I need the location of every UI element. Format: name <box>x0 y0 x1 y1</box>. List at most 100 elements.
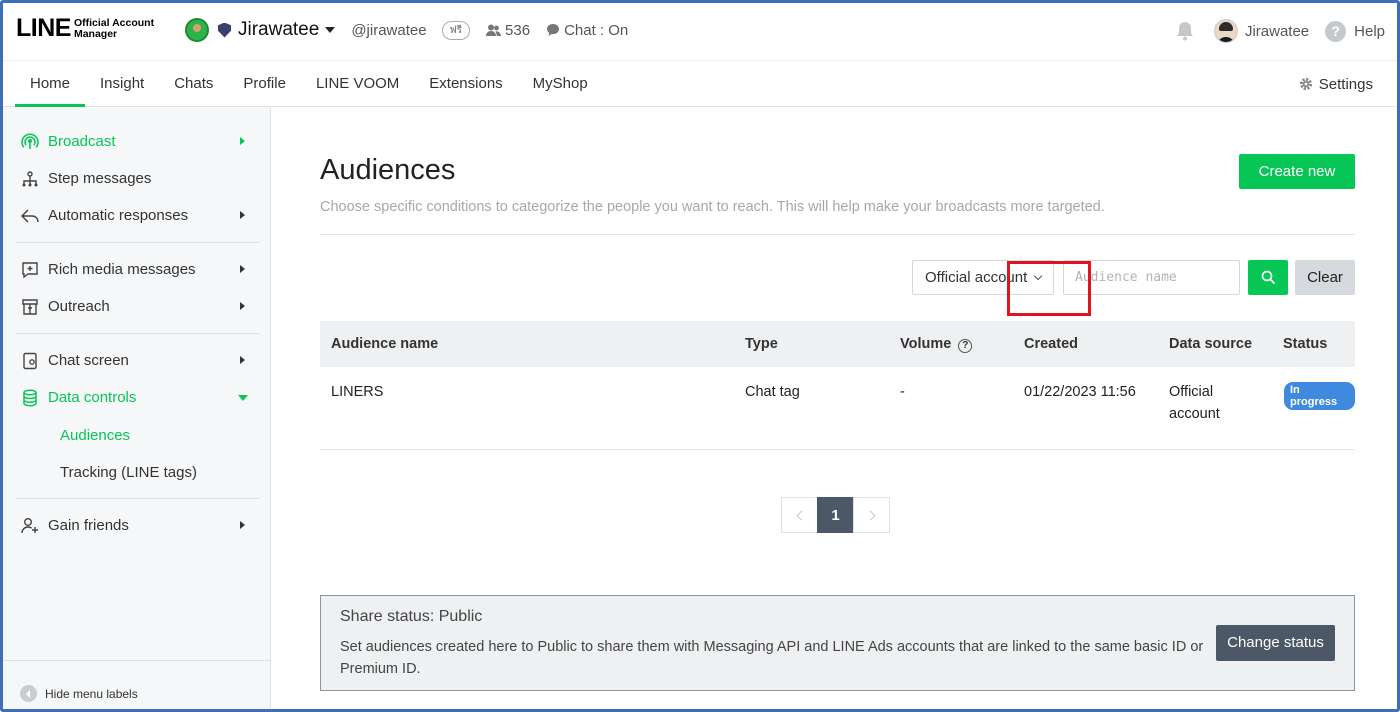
sidebar-item-step-messages[interactable]: Step messages <box>3 160 271 197</box>
search-button[interactable] <box>1248 260 1288 295</box>
tab-extensions[interactable]: Extensions <box>414 61 517 107</box>
bell-icon[interactable] <box>1174 20 1196 42</box>
page-title: Audiences <box>320 154 456 186</box>
chat-status-text: Chat : On <box>564 21 629 39</box>
chevron-right-icon <box>240 302 245 310</box>
search-icon <box>1261 270 1275 285</box>
outreach-icon <box>20 297 40 317</box>
cell-volume: - <box>900 384 905 400</box>
caret-down-icon[interactable] <box>325 27 336 33</box>
friends-count: 536 <box>486 22 530 39</box>
sidebar: Broadcast Step messages Automatic respon… <box>3 107 271 709</box>
table-row[interactable]: LINERS Chat tag - 01/22/2023 11:56 Offic… <box>320 367 1355 450</box>
help-icon[interactable]: ? <box>1325 20 1347 42</box>
share-status-description: Set audiences created here to Public to … <box>340 639 1204 677</box>
cell-data-source-line2: account <box>1169 406 1220 422</box>
tab-home[interactable]: Home <box>15 61 86 107</box>
sidebar-label-step-messages: Step messages <box>48 170 152 187</box>
info-icon[interactable]: ? <box>958 339 973 353</box>
sidebar-divider <box>15 333 259 334</box>
col-header-volume: Volume? <box>900 336 973 353</box>
cell-audience-name[interactable]: LINERS <box>331 381 383 403</box>
cell-data-source: Official account <box>1169 381 1220 425</box>
header-divider <box>320 234 1355 235</box>
friends-count-value: 536 <box>505 21 531 39</box>
col-header-volume-label: Volume <box>900 336 952 352</box>
settings-link[interactable]: Settings <box>1299 61 1373 107</box>
main-content: Audiences Choose specific conditions to … <box>272 107 1397 709</box>
chevron-right-icon <box>240 521 245 529</box>
next-page-button[interactable] <box>853 497 890 533</box>
sidebar-label-automatic-responses: Automatic responses <box>48 207 189 224</box>
logo-sub-line2: Manager <box>73 27 118 40</box>
sidebar-label-data-controls: Data controls <box>48 389 137 406</box>
chat-status[interactable]: Chat : On <box>546 22 628 39</box>
col-header-created[interactable]: Created <box>1024 336 1078 352</box>
create-new-button[interactable]: Create new <box>1239 154 1355 189</box>
app-window: LINE Official Account Manager Jirawatee … <box>0 0 1400 712</box>
sidebar-label-chat-screen: Chat screen <box>48 352 129 369</box>
gear-icon <box>1299 77 1312 91</box>
broadcast-icon <box>20 132 40 152</box>
step-messages-icon <box>20 169 40 189</box>
chat-bubble-icon <box>547 24 560 36</box>
chevron-right-icon <box>240 265 245 273</box>
page-number-button[interactable]: 1 <box>817 497 854 533</box>
sidebar-label-outreach: Outreach <box>48 298 110 315</box>
chevron-right-icon <box>240 137 245 145</box>
sidebar-label-broadcast: Broadcast <box>48 133 116 150</box>
change-status-button[interactable]: Change status <box>1216 625 1335 661</box>
sidebar-subitem-tracking[interactable]: Tracking (LINE tags) <box>60 464 197 481</box>
col-header-type: Type <box>745 336 778 352</box>
cell-type: Chat tag <box>745 384 800 400</box>
settings-label: Settings <box>1318 75 1373 93</box>
col-header-data-source: Data source <box>1169 336 1253 352</box>
help-link[interactable]: Help <box>1354 23 1385 40</box>
prev-page-button[interactable] <box>781 497 818 533</box>
sidebar-item-outreach[interactable]: Outreach <box>3 288 271 325</box>
account-id: @jirawatee <box>351 21 427 39</box>
user-avatar[interactable] <box>1213 19 1238 43</box>
sidebar-item-broadcast[interactable]: Broadcast <box>3 123 271 160</box>
user-name[interactable]: Jirawatee <box>1245 23 1309 40</box>
add-friend-icon <box>20 516 40 536</box>
logo-sub: Official Account Manager <box>73 17 154 40</box>
pagination: 1 <box>781 497 890 533</box>
nav-tabs: Home Insight Chats Profile LINE VOOM Ext… <box>15 61 603 107</box>
account-avatar <box>185 18 209 42</box>
account-switcher[interactable]: Jirawatee @jirawatee ฟรี 536 Chat : On <box>185 18 628 42</box>
chevron-right-icon <box>240 356 245 364</box>
top-header: LINE Official Account Manager Jirawatee … <box>3 3 1397 61</box>
sidebar-item-gain-friends[interactable]: Gain friends <box>3 507 271 544</box>
sidebar-item-automatic-responses[interactable]: Automatic responses <box>3 197 271 234</box>
col-header-audience-name[interactable]: Audience name <box>331 336 438 352</box>
verified-shield-icon <box>218 22 231 38</box>
sidebar-item-chat-screen[interactable]: Chat screen <box>3 342 271 379</box>
line-oa-logo[interactable]: LINE Official Account Manager <box>16 16 154 41</box>
sidebar-item-rich-media[interactable]: Rich media messages <box>3 251 271 288</box>
sidebar-label-gain-friends: Gain friends <box>48 517 129 534</box>
chevron-down-icon <box>238 395 248 401</box>
logo-main: LINE <box>16 14 71 42</box>
highlight-annotation-box <box>1007 261 1091 316</box>
database-icon <box>20 388 40 408</box>
col-header-status: Status <box>1283 336 1328 352</box>
sidebar-divider <box>15 242 259 243</box>
chat-screen-icon <box>20 351 40 371</box>
hide-menu-labels-text: Hide menu labels <box>45 686 138 701</box>
clear-button[interactable]: Clear <box>1295 260 1355 295</box>
tab-insight[interactable]: Insight <box>85 61 159 107</box>
account-name[interactable]: Jirawatee <box>238 19 319 41</box>
sidebar-subitem-audiences[interactable]: Audiences <box>60 427 130 444</box>
table-header: Audience name Type Volume? Created Data … <box>320 321 1355 367</box>
tab-myshop[interactable]: MyShop <box>518 61 603 107</box>
tab-profile[interactable]: Profile <box>228 61 301 107</box>
tab-line-voom[interactable]: LINE VOOM <box>301 61 414 107</box>
cell-data-source-line1: Official <box>1169 384 1214 400</box>
hide-menu-labels-toggle[interactable]: Hide menu labels <box>20 685 138 702</box>
tab-chats[interactable]: Chats <box>159 61 228 107</box>
friends-icon <box>486 24 502 36</box>
page-description: Choose specific conditions to categorize… <box>320 199 1105 215</box>
sidebar-item-data-controls[interactable]: Data controls <box>3 379 271 416</box>
status-badge: In progress <box>1284 382 1355 410</box>
